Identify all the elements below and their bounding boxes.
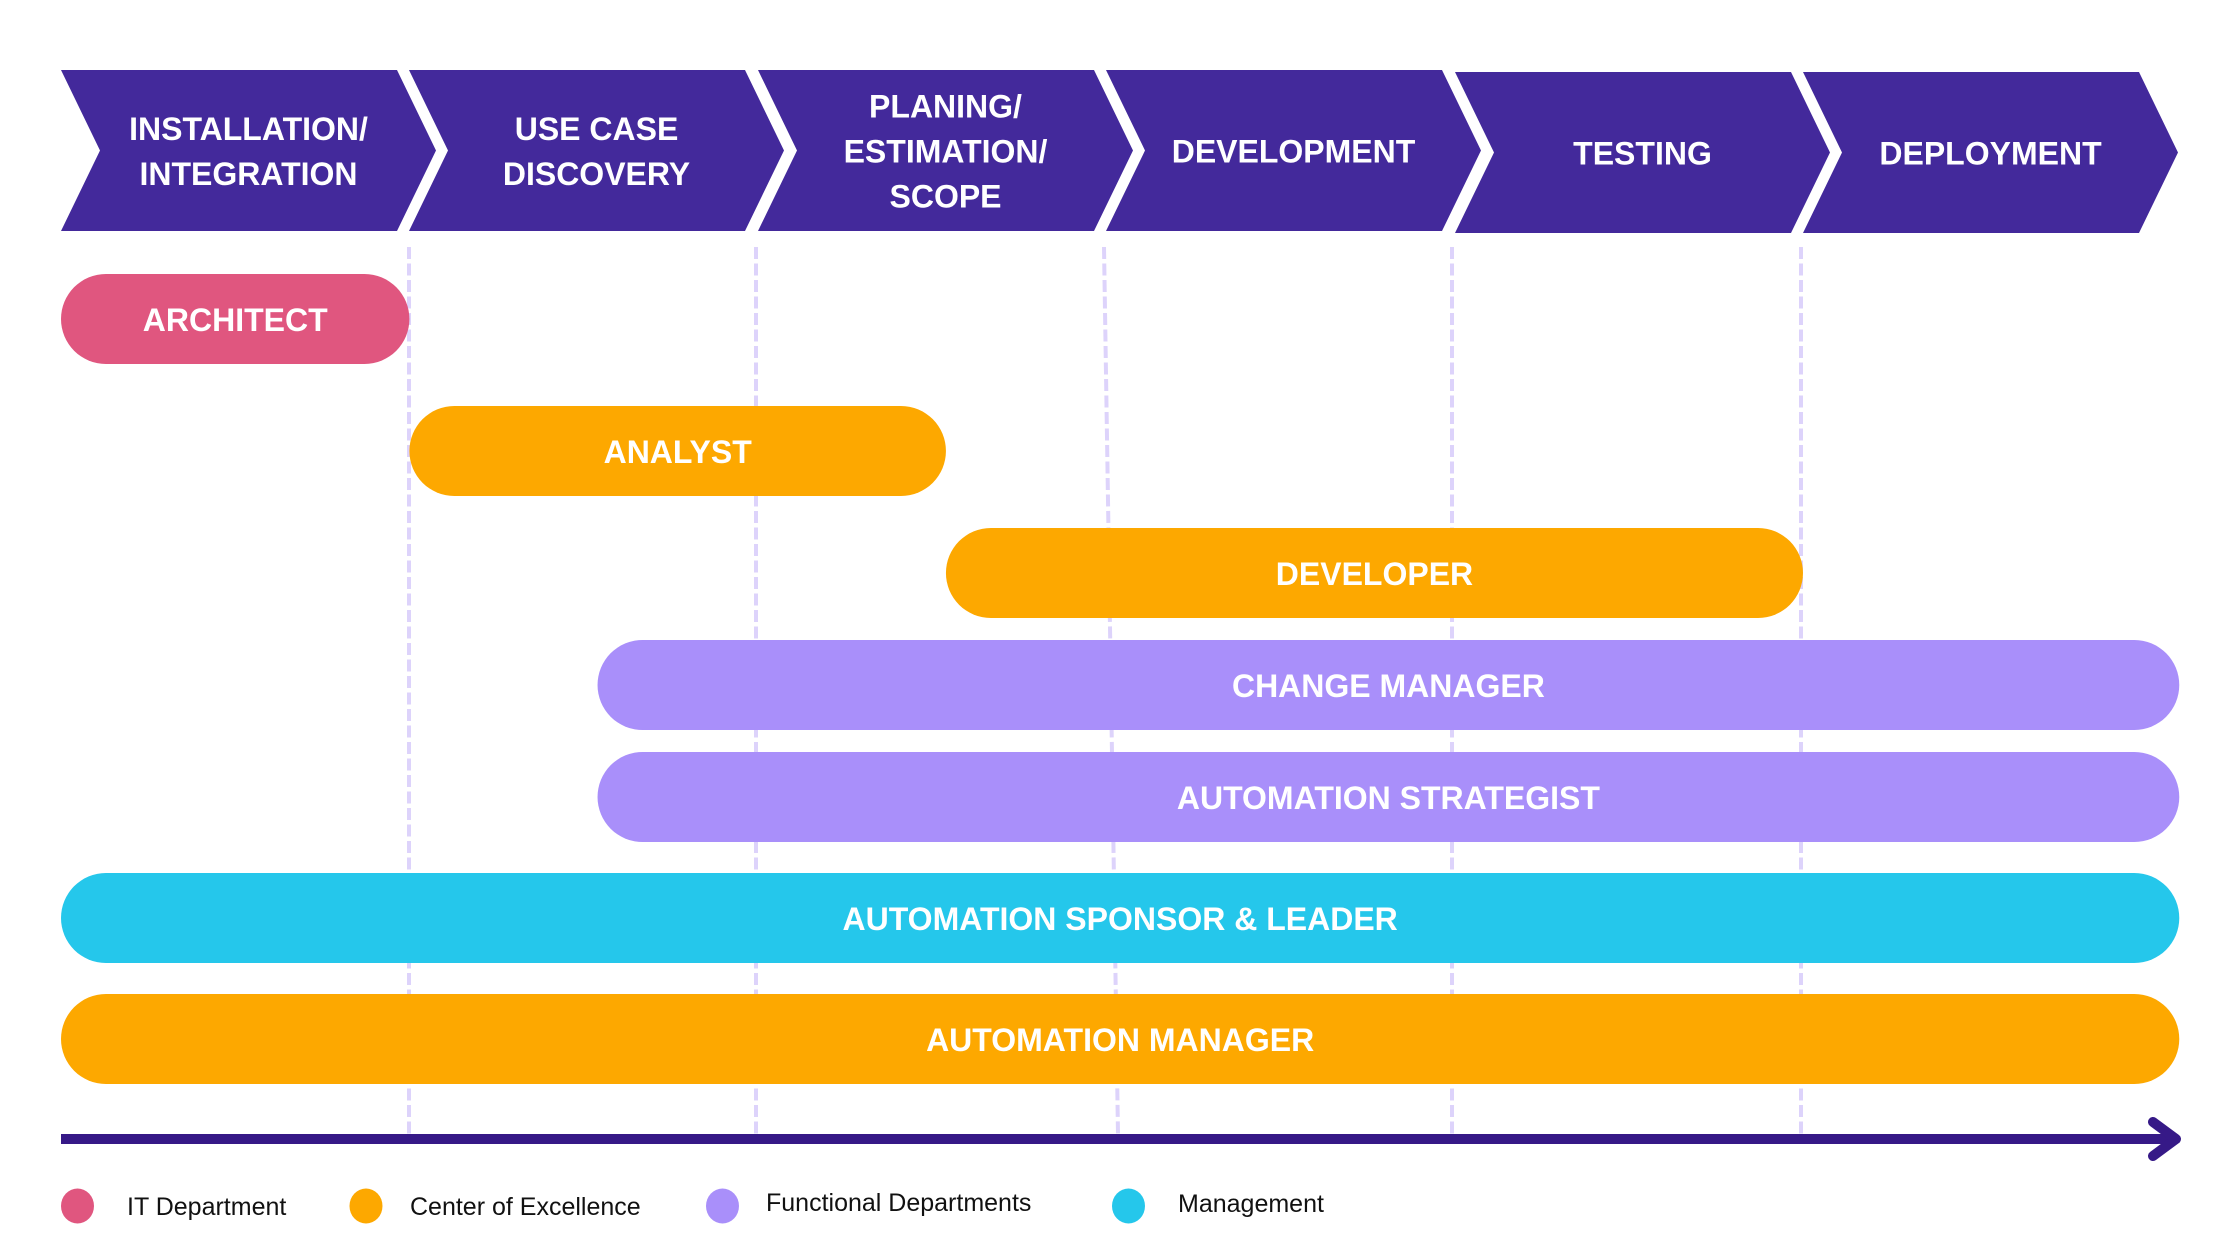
- role-bar-developer: DEVELOPER: [945, 528, 1803, 618]
- role-bar-analyst: ANALYST: [409, 406, 946, 496]
- phase-label: PLANING/: [869, 89, 1022, 125]
- phase-chevron-shape: [61, 70, 436, 231]
- phase-planing-estimation-scope: PLANING/ESTIMATION/SCOPE: [758, 70, 1133, 231]
- role-bar-automation-strategist: AUTOMATION STRATEGIST: [597, 752, 2180, 842]
- role-label: AUTOMATION STRATEGIST: [1177, 780, 1601, 816]
- phase-installation-integration: INSTALLATION/INTEGRATION: [61, 70, 436, 231]
- phase-chevrons: INSTALLATION/INTEGRATION USE CASE DISCOVER…: [61, 70, 2178, 233]
- phase-label: ESTIMATION/: [844, 134, 1048, 170]
- legend-label: IT Department: [127, 1193, 286, 1221]
- phase-label: TESTING: [1573, 136, 1712, 172]
- role-bar-automation-sponsor-leader: AUTOMATION SPONSOR & LEADER: [61, 873, 2180, 963]
- legend-label: Management: [1178, 1190, 1324, 1218]
- role-label: ARCHITECT: [143, 302, 328, 338]
- role-label: ANALYST: [604, 434, 753, 470]
- phase-label: INSTALLATION/: [129, 111, 368, 147]
- role-bar-architect: ARCHITECT: [61, 274, 410, 364]
- phase-chevron-shape: [409, 70, 784, 231]
- role-label: CHANGE MANAGER: [1232, 668, 1545, 704]
- legend-item-functional: Functional Departments: [706, 1188, 1031, 1224]
- role-label: DEVELOPER: [1276, 556, 1473, 592]
- phase-label: DEVELOPMENT: [1172, 134, 1416, 170]
- phase-testing: TESTING: [1455, 72, 1830, 233]
- phase-label: DISCOVERY: [503, 156, 690, 192]
- role-bars: ARCHITECT ANALYST DEVELOPER CHANGE MANAGER A…: [61, 274, 2180, 1084]
- role-label: AUTOMATION MANAGER: [926, 1022, 1314, 1058]
- legend-item-it: IT Department: [61, 1188, 286, 1224]
- legend-label: Functional Departments: [766, 1189, 1031, 1217]
- legend-item-coe: Center of Excellence: [349, 1188, 641, 1224]
- role-label: AUTOMATION SPONSOR & LEADER: [842, 901, 1397, 937]
- legend-label: Center of Excellence: [410, 1193, 641, 1221]
- role-phase-diagram: INSTALLATION/INTEGRATION USE CASE DISCOVER…: [61, 70, 2181, 1224]
- phase-label: SCOPE: [889, 179, 1001, 215]
- phase-label: INTEGRATION: [139, 156, 357, 192]
- legend-dot-icon: [61, 1188, 94, 1224]
- legend-dot-icon: [349, 1188, 383, 1224]
- phase-development: DEVELOPMENT: [1106, 70, 1481, 231]
- phase-label: USE CASE: [515, 111, 679, 147]
- phase-deployment: DEPLOYMENT: [1803, 72, 2178, 233]
- legend-item-management: Management: [1112, 1188, 1324, 1224]
- role-bar-automation-manager: AUTOMATION MANAGER: [61, 994, 2180, 1084]
- role-bar-change-manager: CHANGE MANAGER: [597, 640, 2180, 730]
- phase-label: DEPLOYMENT: [1879, 136, 2102, 172]
- phase-use-case-discovery: USE CASE DISCOVERY: [409, 70, 784, 231]
- legend: IT Department Center of Excellence Functio…: [61, 1188, 1324, 1224]
- legend-dot-icon: [1112, 1188, 1145, 1224]
- legend-dot-icon: [706, 1188, 739, 1224]
